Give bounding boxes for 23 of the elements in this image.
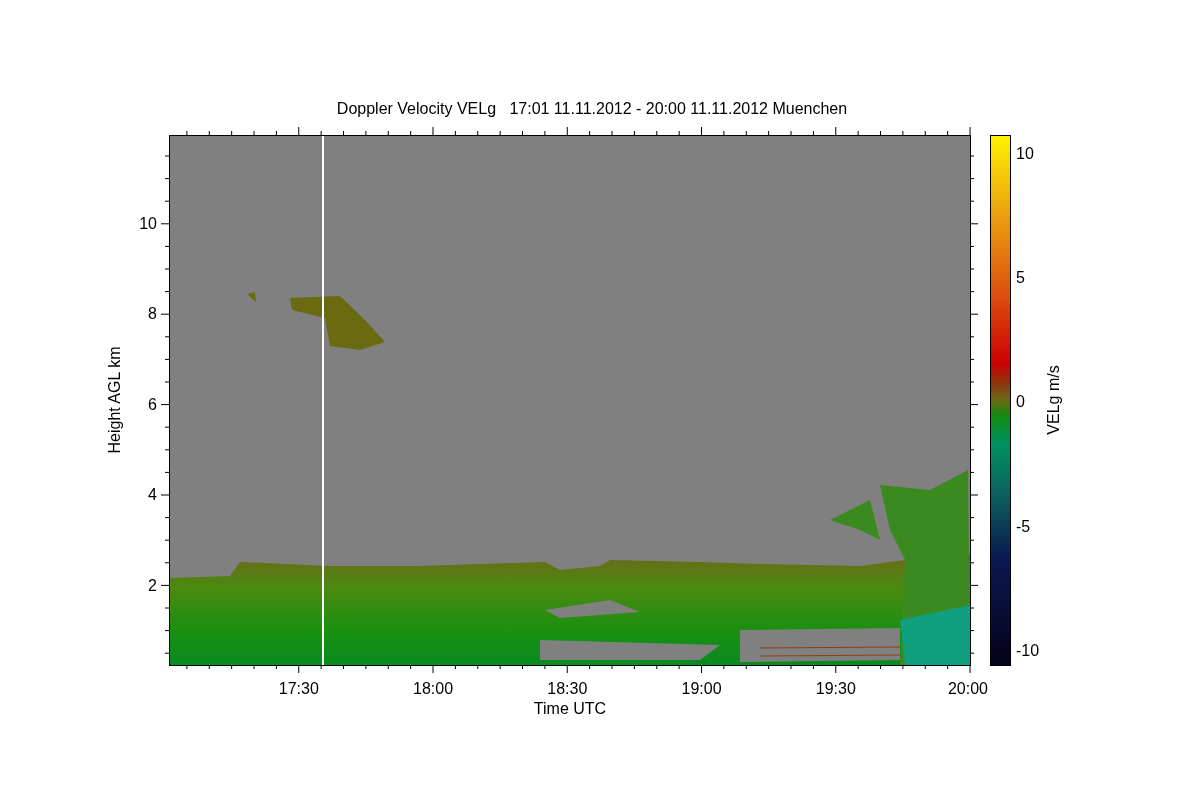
chart-title: Doppler Velocity VELg 17:01 11.11.2012 - 20:00 11.11.2012 Muenchen [336,100,848,117]
colorbar-tick-label: 0 [1016,393,1025,411]
axis-tick-label: 17:30 [278,680,319,697]
axis-title: Height AGL km [106,346,123,454]
axis-title: Time UTC [533,700,607,717]
colorbar-tick-label: 10 [1016,145,1034,162]
axis-tick-label: 8 [148,305,157,323]
axis-tick-label: 20:00 [948,680,988,697]
axis-tick-label: 18:30 [547,680,588,697]
axis-tick-label: 18:00 [413,680,454,697]
colorbar-tick-label: -5 [1016,517,1031,535]
echo-patch [900,605,970,665]
axis-tick-label: 6 [148,395,157,413]
colorbar-tick-label: -10 [1016,641,1040,659]
echo-patch [830,500,880,540]
axis-tick-label: 2 [148,576,157,594]
axis-tick-label: 10 [139,215,157,232]
axis-tick-label: 4 [148,486,157,504]
axis-tick-label: 19:00 [681,680,722,697]
colorbar-tick-label: 5 [1016,269,1025,287]
echo-patch [247,292,256,302]
colorbar-title: VELg m/s [1045,365,1062,435]
axis-tick-label: 19:30 [815,680,856,697]
